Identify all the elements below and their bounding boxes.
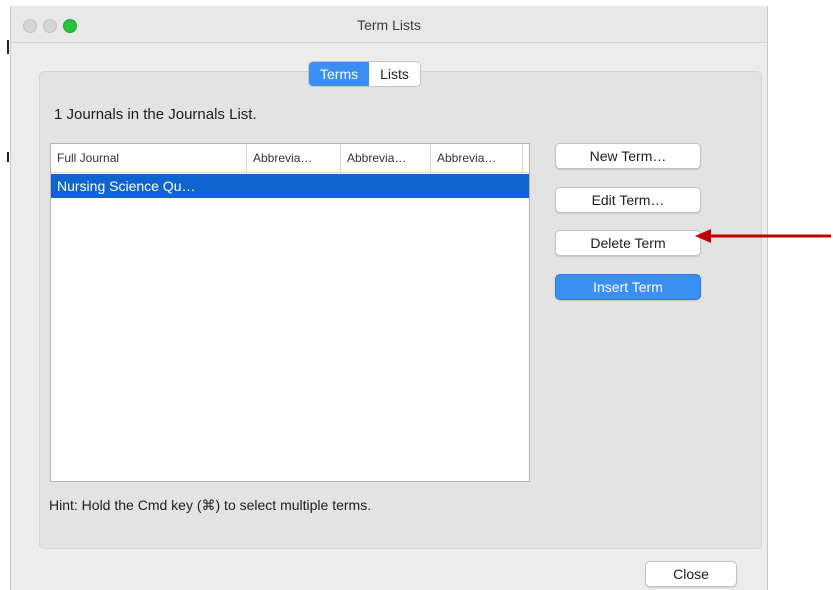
arrow-head [695, 229, 711, 243]
table-cell-abbreviation-3 [431, 174, 529, 198]
insert-term-button[interactable]: Insert Term [555, 274, 701, 300]
close-button[interactable]: Close [645, 561, 737, 587]
tab-lists[interactable]: Lists [369, 62, 420, 86]
window-title: Term Lists [357, 17, 421, 33]
table-cell-abbreviation-1 [247, 174, 347, 198]
new-term-button[interactable]: New Term… [555, 143, 701, 169]
edge-mark [7, 40, 9, 54]
hint-text: Hint: Hold the Cmd key (⌘) to select mul… [49, 497, 372, 513]
journal-count-label: 1 Journals in the Journals List. [54, 106, 257, 123]
table-row[interactable]: Nursing Science Qu… [51, 174, 529, 198]
red-arrow-annotation [695, 229, 831, 243]
edge-mark [7, 152, 9, 162]
column-header-abbreviation-2[interactable]: Abbrevia… [341, 144, 431, 172]
term-lists-window: Term Lists Terms Lists 1 Journals in the… [10, 6, 768, 590]
column-header-abbreviation-3[interactable]: Abbrevia… [431, 144, 523, 172]
terms-table[interactable]: Full Journal Abbrevia… Abbrevia… Abbrevi… [50, 143, 530, 482]
column-header-full-journal[interactable]: Full Journal [51, 144, 247, 172]
view-segmented-control: Terms Lists [308, 61, 421, 87]
title-bar: Term Lists [11, 6, 767, 43]
table-cell-full-journal: Nursing Science Qu… [57, 178, 196, 194]
edit-term-button[interactable]: Edit Term… [555, 187, 701, 213]
delete-term-button[interactable]: Delete Term [555, 230, 701, 256]
table-cell-abbreviation-2 [341, 174, 437, 198]
tab-terms[interactable]: Terms [309, 62, 370, 86]
table-header: Full Journal Abbrevia… Abbrevia… Abbrevi… [51, 144, 529, 173]
column-header-abbreviation-1[interactable]: Abbrevia… [247, 144, 341, 172]
